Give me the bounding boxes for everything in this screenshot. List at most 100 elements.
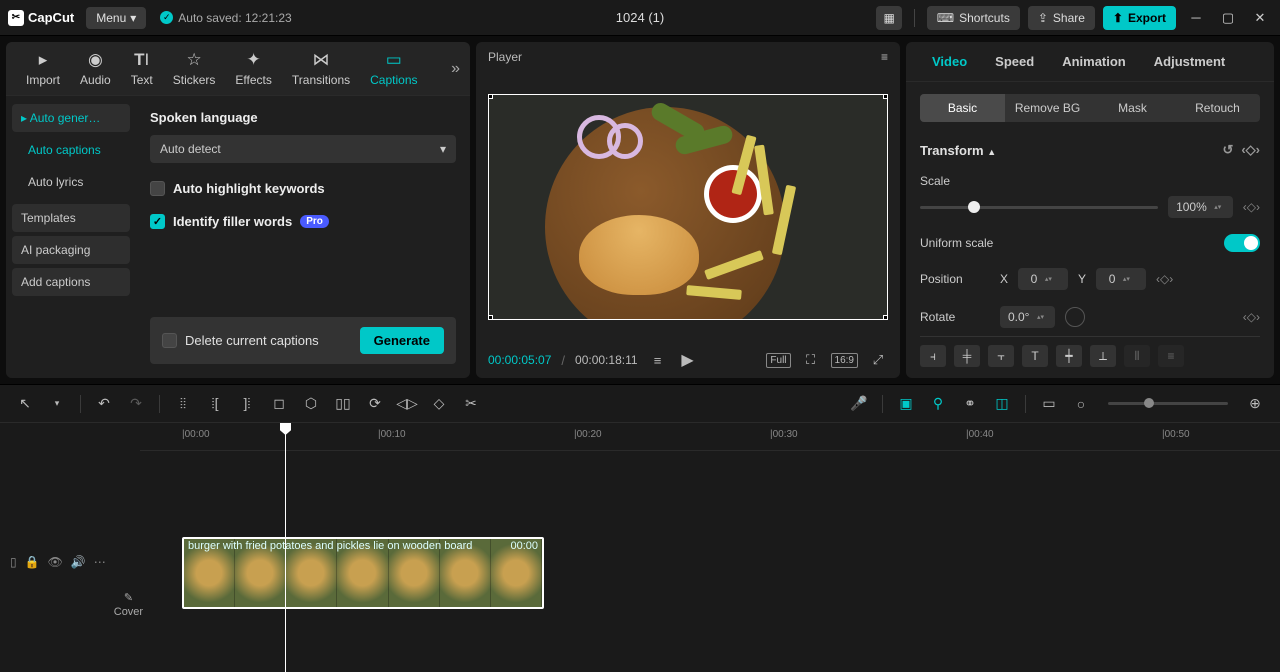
- tab-import[interactable]: ▸Import: [16, 50, 70, 87]
- align-top-icon[interactable]: T: [1022, 345, 1048, 367]
- full-button[interactable]: Full: [766, 353, 790, 368]
- crop2-tool[interactable]: ✂: [458, 391, 484, 417]
- resize-handle[interactable]: [883, 94, 888, 99]
- sidebar-item-templates[interactable]: Templates: [12, 204, 130, 232]
- more-tabs-button[interactable]: »: [451, 60, 460, 78]
- preview-area[interactable]: [476, 72, 900, 342]
- rotate-tool[interactable]: ⟳: [362, 391, 388, 417]
- player-menu-icon[interactable]: ≡: [881, 50, 888, 64]
- snap2-tool[interactable]: ◫: [989, 391, 1015, 417]
- undo-button[interactable]: ↶: [91, 391, 117, 417]
- snap-tool[interactable]: ▣: [893, 391, 919, 417]
- video-frame[interactable]: [488, 94, 888, 320]
- split-tool[interactable]: ⦙⦙: [170, 391, 196, 417]
- keyframe-icon[interactable]: ‹◇›: [1243, 200, 1260, 214]
- eye-icon[interactable]: 👁: [48, 555, 63, 569]
- highlight-checkbox-row[interactable]: Auto highlight keywords: [150, 181, 456, 196]
- trim-left-tool[interactable]: ⦙[: [202, 391, 228, 417]
- keyframe-icon[interactable]: ‹◇›: [1243, 310, 1260, 324]
- list-icon[interactable]: ≡: [648, 350, 668, 370]
- resize-handle[interactable]: [488, 94, 493, 99]
- tab-transitions[interactable]: ⋈Transitions: [282, 50, 360, 87]
- redo-button[interactable]: ↷: [123, 391, 149, 417]
- stepper-icon[interactable]: ▴▾: [1033, 313, 1047, 321]
- align-center-v-icon[interactable]: ┿: [1056, 345, 1082, 367]
- time-ruler[interactable]: |00:00 |00:10 |00:20 |00:30 |00:40 |00:5…: [140, 423, 1280, 451]
- cursor-tool[interactable]: ↖: [12, 391, 38, 417]
- tab-text[interactable]: TIText: [121, 50, 163, 87]
- tab-speed[interactable]: Speed: [981, 42, 1048, 81]
- align-right-icon[interactable]: ⫟: [988, 345, 1014, 367]
- stepper-icon[interactable]: ▴▾: [1041, 275, 1055, 283]
- tab-animation[interactable]: Animation: [1048, 42, 1140, 81]
- shortcuts-button[interactable]: ⌨Shortcuts: [927, 6, 1020, 30]
- play-button[interactable]: ▶: [678, 350, 698, 370]
- pill-removebg[interactable]: Remove BG: [1005, 94, 1090, 122]
- mirror-tool[interactable]: ▯▯: [330, 391, 356, 417]
- sidebar-item-autolyrics[interactable]: Auto lyrics: [12, 168, 130, 196]
- preview-tool[interactable]: ▭: [1036, 391, 1062, 417]
- playhead[interactable]: [285, 423, 286, 672]
- crop-tool[interactable]: ◻: [266, 391, 292, 417]
- mic-tool[interactable]: 🎤: [846, 391, 872, 417]
- export-button[interactable]: ⬆Export: [1103, 6, 1176, 30]
- trim-right-tool[interactable]: ]⦙: [234, 391, 260, 417]
- rotate-input[interactable]: 0.0°▴▾: [1000, 306, 1055, 328]
- magnet-tool[interactable]: ⚲: [925, 391, 951, 417]
- generate-button[interactable]: Generate: [360, 327, 444, 354]
- fullscreen-icon[interactable]: ⤢: [868, 350, 888, 370]
- delete-captions-row[interactable]: Delete current captions: [162, 333, 319, 348]
- pill-basic[interactable]: Basic: [920, 94, 1005, 122]
- tab-video[interactable]: Video: [918, 42, 981, 81]
- position-y-input[interactable]: 0▴▾: [1096, 268, 1146, 290]
- tab-adjustment[interactable]: Adjustment: [1140, 42, 1240, 81]
- scale-value-input[interactable]: 100%▴▾: [1168, 196, 1233, 218]
- scale-slider[interactable]: [920, 206, 1158, 209]
- zoom-out-button[interactable]: ○: [1068, 391, 1094, 417]
- keyframe-nav-icon[interactable]: ‹◇›: [1241, 142, 1260, 158]
- uniform-scale-toggle[interactable]: [1224, 234, 1260, 252]
- track-collapse-icon[interactable]: ▯: [10, 555, 17, 569]
- pill-mask[interactable]: Mask: [1090, 94, 1175, 122]
- position-x-input[interactable]: 0▴▾: [1018, 268, 1068, 290]
- pill-retouch[interactable]: Retouch: [1175, 94, 1260, 122]
- cover-button[interactable]: ✎ Cover: [114, 505, 143, 618]
- align-left-icon[interactable]: ⫞: [920, 345, 946, 367]
- share-button[interactable]: ⇪Share: [1028, 6, 1095, 30]
- align-center-h-icon[interactable]: ╪: [954, 345, 980, 367]
- slider-thumb[interactable]: [1144, 398, 1154, 408]
- link-tool[interactable]: ⚭: [957, 391, 983, 417]
- transform-section-header[interactable]: Transform ▲ ↺ ‹◇›: [920, 134, 1260, 166]
- maximize-button[interactable]: ▢: [1216, 6, 1240, 30]
- video-clip[interactable]: burger with fried potatoes and pickles l…: [182, 537, 544, 609]
- zoom-in-button[interactable]: ⊕: [1242, 391, 1268, 417]
- language-select[interactable]: Auto detect ▾: [150, 135, 456, 163]
- more-icon[interactable]: ⋯: [94, 555, 106, 569]
- tab-stickers[interactable]: ☆Stickers: [163, 50, 226, 87]
- sidebar-item-addcaptions[interactable]: Add captions: [12, 268, 130, 296]
- keyframe-icon[interactable]: ‹◇›: [1156, 272, 1173, 286]
- tracks-area[interactable]: |00:00 |00:10 |00:20 |00:30 |00:40 |00:5…: [140, 423, 1280, 672]
- layout-button[interactable]: ▦: [876, 6, 901, 30]
- shield-tool[interactable]: ⬡: [298, 391, 324, 417]
- menu-button[interactable]: Menu ▾: [86, 7, 146, 29]
- ratio-button[interactable]: 16:9: [831, 353, 858, 368]
- fit-icon[interactable]: ⛶: [801, 350, 821, 370]
- tab-captions[interactable]: ▭Captions: [360, 50, 427, 87]
- close-button[interactable]: ✕: [1248, 6, 1272, 30]
- align-bottom-icon[interactable]: ⟂: [1090, 345, 1116, 367]
- rotate-dial-icon[interactable]: [1065, 307, 1085, 327]
- cursor-dropdown[interactable]: ▾: [44, 391, 70, 417]
- sidebar-item-autogen[interactable]: ▸ Auto gener…: [12, 104, 130, 132]
- resize-handle[interactable]: [883, 315, 888, 320]
- mute-icon[interactable]: 🔊: [71, 555, 86, 569]
- zoom-slider[interactable]: [1108, 402, 1228, 405]
- tab-audio[interactable]: ◉Audio: [70, 50, 121, 87]
- sidebar-item-autocaptions[interactable]: Auto captions: [12, 136, 130, 164]
- stepper-icon[interactable]: ▴▾: [1211, 203, 1225, 211]
- slider-thumb[interactable]: [968, 201, 980, 213]
- refresh-tool[interactable]: ◇: [426, 391, 452, 417]
- filler-checkbox-row[interactable]: ✓ Identify filler words Pro: [150, 214, 456, 229]
- reset-icon[interactable]: ↺: [1222, 142, 1233, 158]
- lock-icon[interactable]: 🔒: [25, 555, 40, 569]
